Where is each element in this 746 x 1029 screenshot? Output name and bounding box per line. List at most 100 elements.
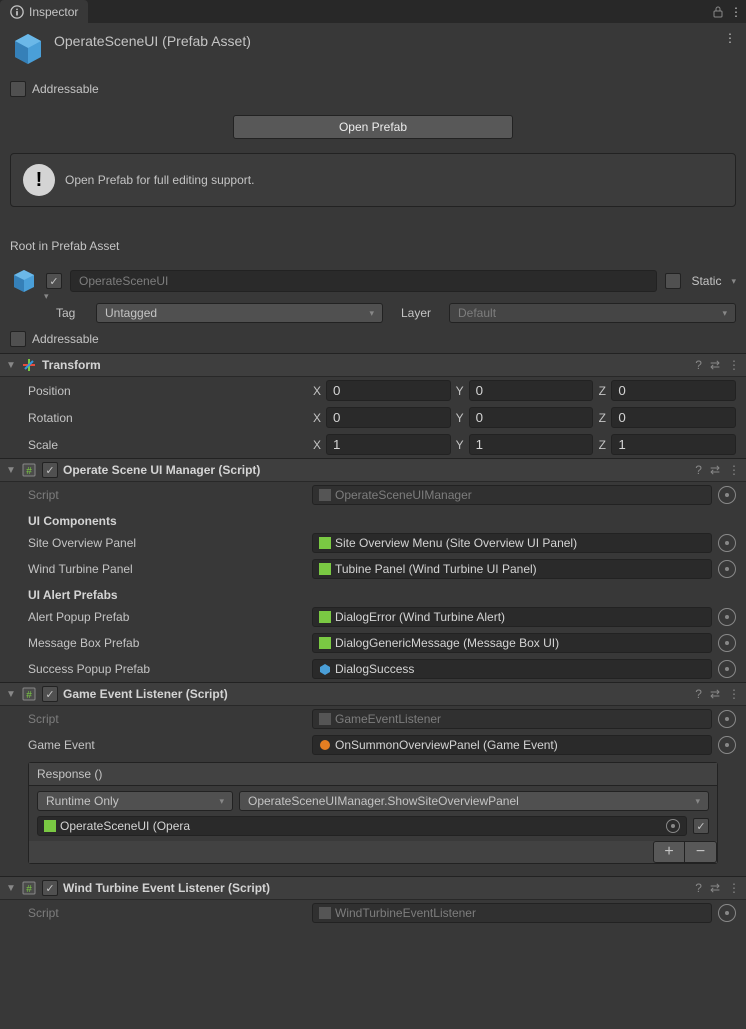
component-menu-icon[interactable]: ⋮ bbox=[728, 358, 740, 372]
object-picker-button[interactable] bbox=[718, 904, 736, 922]
csharp-icon bbox=[319, 713, 331, 725]
success-popup-field[interactable]: DialogSuccess bbox=[312, 659, 712, 679]
component-menu-icon[interactable]: ⋮ bbox=[728, 881, 740, 895]
object-picker-button[interactable] bbox=[718, 634, 736, 652]
svg-text:#: # bbox=[26, 466, 32, 477]
preset-icon[interactable]: ⇄ bbox=[710, 358, 720, 372]
component-menu-icon[interactable]: ⋮ bbox=[728, 463, 740, 477]
gameobject-icon bbox=[10, 267, 38, 295]
foldout-icon[interactable]: ▼ bbox=[6, 465, 16, 476]
csharp-icon bbox=[319, 537, 331, 549]
scale-z-input[interactable] bbox=[611, 434, 736, 455]
object-picker-button[interactable] bbox=[718, 534, 736, 552]
rotation-z-input[interactable] bbox=[611, 407, 736, 428]
warning-icon: ! bbox=[23, 164, 55, 196]
csharp-icon bbox=[319, 611, 331, 623]
svg-text:#: # bbox=[26, 690, 32, 701]
object-picker-button[interactable] bbox=[666, 819, 680, 833]
help-icon[interactable]: ? bbox=[695, 687, 702, 701]
static-dropdown-arrow[interactable]: ▾ bbox=[731, 276, 736, 287]
tag-layer-row: Tag Untagged▾ Layer Default▾ bbox=[0, 301, 746, 329]
gameobject-name-field[interactable]: OperateSceneUI bbox=[70, 270, 657, 292]
remove-response-button[interactable]: − bbox=[685, 841, 717, 863]
preset-icon[interactable]: ⇄ bbox=[710, 881, 720, 895]
prefab-icon bbox=[10, 31, 46, 67]
add-response-button[interactable]: + bbox=[653, 841, 685, 863]
info-icon bbox=[10, 5, 24, 19]
game-event-field[interactable]: OnSummonOverviewPanel (Game Event) bbox=[312, 735, 712, 755]
object-picker-button[interactable] bbox=[718, 710, 736, 728]
object-picker-button[interactable] bbox=[718, 608, 736, 626]
position-y-input[interactable] bbox=[469, 380, 594, 401]
help-icon[interactable]: ? bbox=[695, 881, 702, 895]
asset-title: OperateSceneUI (Prefab Asset) bbox=[54, 31, 716, 49]
site-overview-row: Site Overview Panel Site Overview Menu (… bbox=[0, 530, 746, 556]
scriptable-icon bbox=[319, 739, 331, 751]
icon-dropdown-arrow[interactable]: ▾ bbox=[44, 291, 49, 302]
gel-enabled-checkbox[interactable] bbox=[42, 686, 58, 702]
component-menu-icon[interactable]: ⋮ bbox=[728, 687, 740, 701]
addressable-checkbox-go[interactable] bbox=[10, 331, 26, 347]
lock-icon[interactable] bbox=[712, 6, 724, 18]
runtime-dropdown[interactable]: Runtime Only▾ bbox=[37, 791, 233, 811]
transform-header[interactable]: ▼ Transform ? ⇄ ⋮ bbox=[0, 353, 746, 377]
site-overview-field[interactable]: Site Overview Menu (Site Overview UI Pan… bbox=[312, 533, 712, 553]
csharp-icon bbox=[319, 907, 331, 919]
preset-icon[interactable]: ⇄ bbox=[710, 687, 720, 701]
wind-turbine-field[interactable]: Tubine Panel (Wind Turbine UI Panel) bbox=[312, 559, 712, 579]
static-checkbox[interactable] bbox=[665, 273, 681, 289]
rotation-y-input[interactable] bbox=[469, 407, 594, 428]
csharp-icon bbox=[319, 637, 331, 649]
message-box-row: Message Box Prefab DialogGenericMessage … bbox=[0, 630, 746, 656]
open-prefab-button[interactable]: Open Prefab bbox=[233, 115, 513, 139]
response-bool-checkbox[interactable] bbox=[693, 818, 709, 834]
transform-title: Transform bbox=[42, 358, 690, 372]
object-picker-button[interactable] bbox=[718, 660, 736, 678]
script-row: Script OperateSceneUIManager bbox=[0, 482, 746, 508]
inspector-tab[interactable]: Inspector bbox=[0, 0, 88, 23]
gel-title: Game Event Listener (Script) bbox=[63, 687, 690, 701]
scale-x-input[interactable] bbox=[326, 434, 451, 455]
ui-manager-enabled-checkbox[interactable] bbox=[42, 462, 58, 478]
script-icon: # bbox=[21, 462, 37, 478]
layer-label: Layer bbox=[401, 306, 443, 320]
csharp-icon bbox=[44, 820, 56, 832]
ui-manager-header[interactable]: ▼ # Operate Scene UI Manager (Script) ? … bbox=[0, 458, 746, 482]
object-picker-button[interactable] bbox=[718, 736, 736, 754]
addressable-checkbox-asset[interactable] bbox=[10, 81, 26, 97]
help-icon[interactable]: ? bbox=[695, 463, 702, 477]
ui-components-header: UI Components bbox=[0, 508, 746, 530]
object-picker-button[interactable] bbox=[718, 560, 736, 578]
alert-popup-field[interactable]: DialogError (Wind Turbine Alert) bbox=[312, 607, 712, 627]
foldout-icon[interactable]: ▼ bbox=[6, 689, 16, 700]
tab-menu-icon[interactable]: ⋮ bbox=[730, 5, 742, 19]
asset-menu-icon[interactable]: ⋮ bbox=[724, 31, 736, 45]
object-picker-button[interactable] bbox=[718, 486, 736, 504]
position-x-input[interactable] bbox=[326, 380, 451, 401]
layer-dropdown[interactable]: Default▾ bbox=[449, 303, 736, 323]
static-label: Static bbox=[689, 274, 723, 288]
rotation-x-input[interactable] bbox=[326, 407, 451, 428]
response-title: Response () bbox=[29, 763, 717, 786]
wind-listener-header[interactable]: ▼ # Wind Turbine Event Listener (Script)… bbox=[0, 876, 746, 900]
function-dropdown[interactable]: OperateSceneUIManager.ShowSiteOverviewPa… bbox=[239, 791, 709, 811]
game-event-listener-header[interactable]: ▼ # Game Event Listener (Script) ? ⇄ ⋮ bbox=[0, 682, 746, 706]
tag-dropdown[interactable]: Untagged▾ bbox=[96, 303, 383, 323]
gameobject-active-checkbox[interactable] bbox=[46, 273, 62, 289]
foldout-icon[interactable]: ▼ bbox=[6, 360, 16, 371]
position-row: Position X Y Z bbox=[0, 377, 746, 404]
scale-y-input[interactable] bbox=[469, 434, 594, 455]
foldout-icon[interactable]: ▼ bbox=[6, 883, 16, 894]
wl-title: Wind Turbine Event Listener (Script) bbox=[63, 881, 690, 895]
response-target-field[interactable]: OperateSceneUI (Opera bbox=[37, 816, 687, 836]
prefab-icon bbox=[319, 663, 331, 675]
wl-script-field: WindTurbineEventListener bbox=[312, 903, 712, 923]
preset-icon[interactable]: ⇄ bbox=[710, 463, 720, 477]
csharp-icon bbox=[319, 489, 331, 501]
wl-enabled-checkbox[interactable] bbox=[42, 880, 58, 896]
tab-bar: Inspector ⋮ bbox=[0, 0, 746, 23]
help-icon[interactable]: ? bbox=[695, 358, 702, 372]
addressable-row-go: Addressable bbox=[0, 329, 746, 353]
message-box-field[interactable]: DialogGenericMessage (Message Box UI) bbox=[312, 633, 712, 653]
position-z-input[interactable] bbox=[611, 380, 736, 401]
